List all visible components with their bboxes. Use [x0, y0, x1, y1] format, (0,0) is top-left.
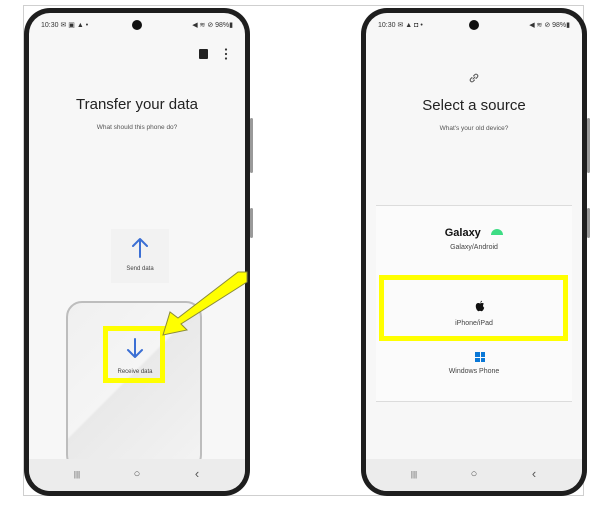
galaxy-logo: Galaxy — [376, 223, 572, 241]
page-subtitle: What should this phone do? — [96, 124, 178, 131]
windows-icon — [475, 352, 485, 362]
android-icon — [491, 228, 504, 235]
nav-home-button[interactable]: ○ — [127, 468, 147, 480]
nav-recents-button[interactable]: ||| — [404, 470, 424, 479]
nav-back-button[interactable]: ‹ — [187, 466, 207, 481]
status-left: 10:30 ✉ ▲ ◘ • — [378, 21, 423, 29]
power-button — [587, 208, 590, 238]
navigation-bar: ||| ○ ‹ — [29, 459, 245, 491]
page-title: Select a source — [422, 97, 526, 114]
right-phone: 10:30 ✉ ▲ ◘ • ◀ ≋ ⊘ 98%▮ Select a source… — [361, 8, 590, 496]
receive-highlight-box — [103, 326, 165, 383]
sd-card-icon[interactable] — [199, 49, 208, 59]
left-screen: 10:30 ✉ ▣ ▲ • ◀ ≋ ⊘ 98%▮ Transfer your d… — [29, 13, 245, 491]
nav-recents-button[interactable]: ||| — [67, 470, 87, 479]
more-vert-icon[interactable] — [223, 47, 229, 61]
galaxy-android-label: Galaxy/Android — [450, 244, 498, 251]
galaxy-android-option[interactable]: Galaxy Galaxy/Android — [376, 216, 572, 266]
volume-button — [587, 118, 590, 173]
status-right-icons: ◀ ≋ ⊘ 98%▮ — [192, 22, 233, 29]
page-title: Transfer your data — [76, 96, 198, 113]
nav-back-button[interactable]: ‹ — [524, 466, 544, 481]
status-right-icons: ◀ ≋ ⊘ 98%▮ — [529, 22, 570, 29]
left-phone: 10:30 ✉ ▣ ▲ • ◀ ≋ ⊘ 98%▮ Transfer your d… — [24, 8, 253, 496]
volume-button — [250, 118, 253, 173]
page-subtitle: What's your old device? — [439, 125, 509, 132]
galaxy-brand-text: Galaxy — [444, 227, 481, 239]
link-icon — [469, 73, 479, 83]
power-button — [250, 208, 253, 238]
windows-phone-option[interactable]: Windows Phone — [376, 348, 572, 390]
navigation-bar: ||| ○ ‹ — [366, 459, 582, 491]
arrow-up-icon — [132, 238, 148, 258]
notification-icons: ✉ ▲ ◘ • — [397, 22, 423, 29]
notification-icons: ✉ ▣ ▲ • — [60, 22, 89, 29]
send-data-button[interactable]: Send data — [111, 229, 169, 283]
iphone-highlight-box — [379, 275, 568, 341]
status-time: 10:30 — [378, 22, 396, 29]
front-camera — [132, 20, 142, 30]
windows-phone-label: Windows Phone — [448, 368, 500, 375]
send-data-label: Send data — [126, 266, 154, 272]
right-screen: 10:30 ✉ ▲ ◘ • ◀ ≋ ⊘ 98%▮ Select a source… — [366, 13, 582, 491]
status-time: 10:30 — [41, 22, 59, 29]
nav-home-button[interactable]: ○ — [464, 468, 484, 480]
status-left: 10:30 ✉ ▣ ▲ • — [41, 21, 88, 29]
front-camera — [469, 20, 479, 30]
